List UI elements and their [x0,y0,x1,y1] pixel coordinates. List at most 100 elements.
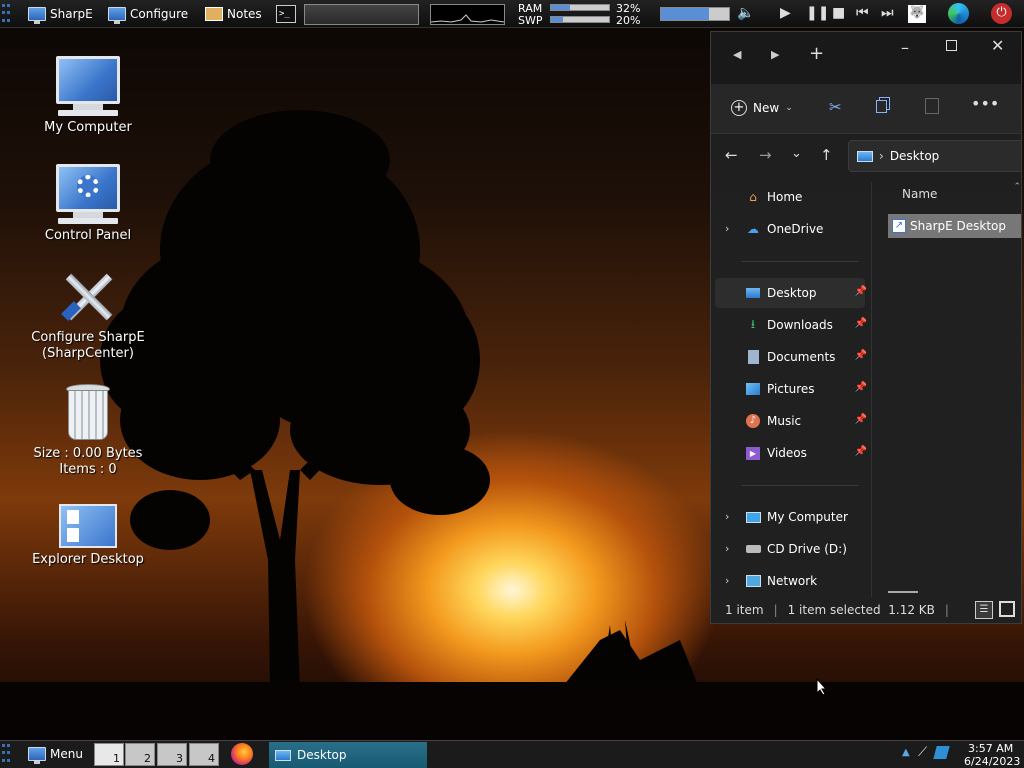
configure-button[interactable]: Configure [108,3,188,25]
cut-icon[interactable]: ✂ [829,98,842,116]
nav-item-pictures[interactable]: Pictures 📌 [715,374,867,404]
network-tray-icon[interactable]: ⟋ [918,745,927,760]
nav-item-downloads[interactable]: ⭳ Downloads 📌 [715,310,867,340]
expand-chevron-icon[interactable]: › [725,542,729,555]
tray-expand-icon[interactable]: ▲ [902,747,910,758]
sort-chevron-up-icon: ⌃ [1013,182,1021,192]
pin-icon[interactable]: 📌 [855,382,867,393]
computer-icon [745,509,761,525]
command-input[interactable] [304,4,419,25]
speaker-icon[interactable]: 🔈 [737,5,754,21]
window-titlebar: ◀ ▶ + – ✕ [711,32,1021,84]
ram-bar [550,4,610,11]
paste-icon[interactable] [925,98,939,114]
cpu-graph-line [430,14,505,23]
desktop-icon-configure-sharpe[interactable]: Configure SharpE (SharpCenter) [28,266,148,362]
next-icon[interactable]: ⏭ [881,5,894,21]
address-text: Desktop [889,149,940,163]
pin-icon[interactable]: 📌 [855,446,867,457]
expand-chevron-icon[interactable]: › [725,510,729,523]
forward-icon[interactable]: → [759,146,772,164]
address-bar[interactable]: › Desktop [848,140,1021,172]
copy-icon[interactable] [876,100,887,113]
desktop-icon-control-panel[interactable]: Control Panel [28,164,148,244]
nav-item-videos[interactable]: ▶ Videos 📌 [715,438,867,468]
workspace-4[interactable]: 4 [189,743,219,766]
desktop-icon-my-computer[interactable]: My Computer [28,56,148,136]
more-options-icon[interactable]: ••• [971,94,999,113]
tools-icon [58,266,118,326]
pin-icon[interactable]: 📌 [855,414,867,425]
file-item[interactable]: ↗ SharpE Desktop [888,214,1021,238]
pin-icon[interactable]: 📌 [855,350,867,361]
recycle-bin-items: Items : 0 [59,462,117,477]
column-header-name[interactable]: Name [902,187,937,201]
expand-chevron-icon[interactable]: › [725,574,729,587]
task-desktop[interactable]: Desktop [269,742,427,768]
workspace-3[interactable]: 3 [157,743,187,766]
command-bar: + New ⌄ ✂ ••• [711,84,1021,134]
details-view-icon[interactable]: ☰ [975,601,993,619]
menu-button[interactable]: Menu [28,743,83,765]
document-icon [745,349,761,365]
back-icon[interactable]: ← [725,146,738,164]
up-icon[interactable]: ↑ [820,146,833,164]
notes-button[interactable]: Notes [205,3,262,25]
sharpe-button[interactable]: SharpE [28,3,93,25]
edge-icon[interactable] [948,3,969,24]
nav-item-cd-drive[interactable]: › CD Drive (D:) [715,534,865,564]
ram-bar-fill [551,5,570,10]
desktop-folder-icon [275,749,291,761]
player-app-icon[interactable]: 🐺 [908,5,926,23]
computer-icon [28,56,148,116]
desktop-icon-explorer-desktop[interactable]: Explorer Desktop [28,504,148,568]
tab-scroll-right-icon[interactable]: ▶ [771,48,779,61]
minimize-icon[interactable]: – [901,38,909,57]
nav-item-music[interactable]: ♪ Music 📌 [715,406,867,436]
pause-icon[interactable]: ❚❚ [806,5,829,21]
close-icon[interactable]: ✕ [991,36,1004,55]
firefox-icon[interactable] [231,743,253,765]
tab-scroll-left-icon[interactable]: ◀ [733,48,741,61]
power-icon[interactable]: ⏻ [991,3,1012,24]
tray-app-icon[interactable] [933,746,950,759]
maximize-icon[interactable] [946,40,957,51]
top-bar-grip-icon [2,4,10,24]
large-icons-view-icon[interactable] [999,601,1015,617]
desktop-icon-label: Control Panel [44,228,132,243]
shortcut-file-icon: ↗ [892,219,906,233]
new-tab-icon[interactable]: + [809,43,824,64]
add-icon: + [731,100,747,116]
terminal-icon[interactable]: >_ [276,5,296,23]
nav-item-onedrive[interactable]: › ☁ OneDrive [715,214,865,244]
volume-slider[interactable] [660,7,730,21]
pin-icon[interactable]: 📌 [855,286,867,297]
nav-item-desktop[interactable]: Desktop 📌 [715,278,867,308]
recent-chevron-icon[interactable]: ⌄ [791,146,802,161]
pin-icon[interactable]: 📌 [855,318,867,329]
play-icon[interactable]: ▶ [780,5,791,21]
home-icon: ⌂ [749,190,757,204]
swp-label: SWP [518,14,543,27]
stop-icon[interactable]: ■ [832,5,845,21]
workspace-2[interactable]: 2 [125,743,155,766]
breadcrumb-chevron-icon: › [879,149,884,163]
swp-percent: 20% [616,14,641,27]
new-button[interactable]: + New ⌄ [731,100,793,116]
workspace-1[interactable]: 1 [94,743,124,766]
nav-item-my-computer[interactable]: › My Computer [715,502,865,532]
chevron-down-icon: ⌄ [785,103,793,113]
clock-date[interactable]: 6/24/2023 [964,755,1020,768]
expand-chevron-icon[interactable]: › [725,222,729,235]
nav-item-network[interactable]: › Network [715,566,865,596]
horizontal-scrollbar[interactable] [888,591,918,593]
nav-item-home[interactable]: ⌂ Home [715,182,865,212]
taskbar: Menu 1 2 3 4 Desktop ▲ ⟋ 3:57 AM 6/24/20… [0,740,1024,768]
nav-item-documents[interactable]: Documents 📌 [715,342,867,372]
control-panel-icon [28,164,148,224]
previous-icon[interactable]: ⏮ [856,5,869,21]
notes-label: Notes [227,7,262,21]
file-explorer-window: ◀ ▶ + – ✕ + New ⌄ ✂ ••• ← → ⌄ ↑ › Deskto… [710,31,1022,624]
desktop-icon-recycle-bin[interactable]: Size : 0.00 Bytes Items : 0 [28,384,148,478]
desktop-folder-icon [857,150,873,162]
